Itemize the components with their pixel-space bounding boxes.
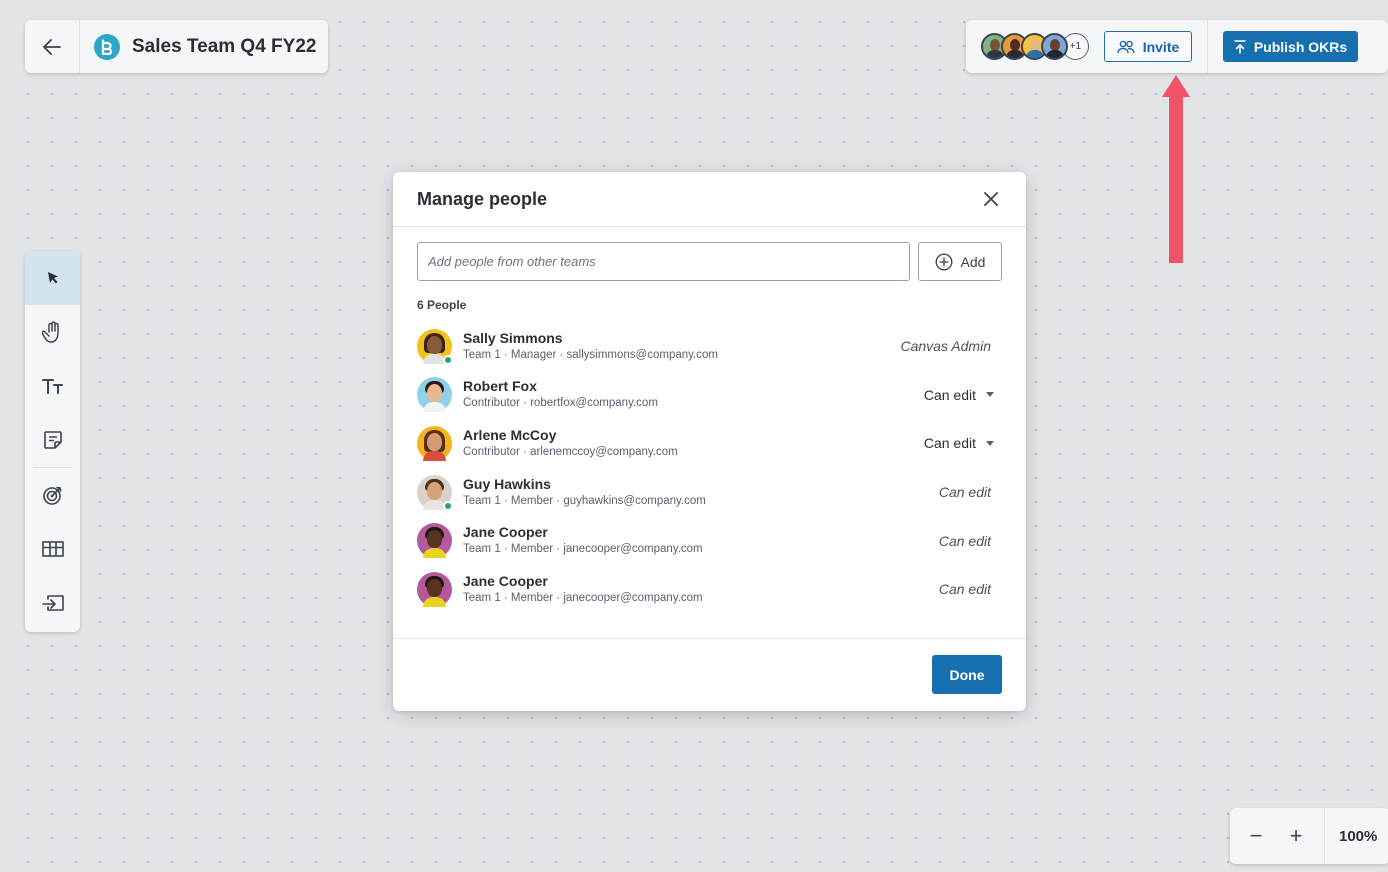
- close-button[interactable]: [980, 188, 1002, 210]
- person-role: Can edit: [938, 581, 991, 598]
- arrow-left-icon: [43, 38, 61, 55]
- caret-down-icon: [986, 440, 994, 446]
- avatar[interactable]: [1041, 33, 1068, 60]
- online-status-dot: [443, 354, 453, 365]
- avatar: [417, 377, 452, 413]
- zoom-in-button[interactable]: +: [1276, 823, 1316, 849]
- done-button[interactable]: Done: [932, 655, 1002, 694]
- person-role: Can edit: [938, 484, 991, 501]
- person-role: Can edit: [938, 532, 991, 549]
- list-item: Jane Cooper Team 1 · Member · janecooper…: [417, 565, 1002, 614]
- close-icon: [984, 192, 998, 206]
- publish-label: Publish OKRs: [1253, 38, 1348, 55]
- board-header: Sales Team Q4 FY22: [25, 20, 328, 73]
- avatar: [417, 474, 453, 511]
- person-name: Jane Cooper: [463, 572, 548, 589]
- upload-icon: [1234, 39, 1246, 54]
- people-count: 6 People: [417, 298, 467, 312]
- table-tool[interactable]: [25, 522, 80, 576]
- annotation-arrow: [1162, 75, 1190, 263]
- person-details: Team 1 · Member · janecooper@company.com: [463, 591, 703, 604]
- pan-tool[interactable]: [25, 305, 80, 359]
- role-dropdown[interactable]: Can edit: [924, 435, 1002, 451]
- note-icon: [43, 431, 62, 449]
- cursor-icon: [47, 272, 58, 284]
- dialog-header: Manage people: [393, 172, 1026, 227]
- person-details: Team 1 · Member · guyhawkins@company.com: [463, 494, 706, 507]
- table-icon: [41, 541, 64, 557]
- text-size-icon: [41, 379, 63, 394]
- text-tool[interactable]: [25, 359, 80, 413]
- online-status-dot: [443, 500, 453, 511]
- board-title[interactable]: Sales Team Q4 FY22: [132, 36, 316, 58]
- avatar: [417, 523, 452, 559]
- avatar: [417, 571, 452, 607]
- publish-okrs-button[interactable]: Publish OKRs: [1223, 31, 1358, 62]
- back-button[interactable]: [25, 20, 80, 73]
- hand-icon: [41, 321, 59, 343]
- avatar: [417, 328, 453, 365]
- people-list: Sally Simmons Team 1 · Manager · sallysi…: [417, 322, 1002, 614]
- zoom-control: − + 100%: [1230, 808, 1388, 864]
- person-name: Guy Hawkins: [463, 475, 551, 492]
- objective-tool[interactable]: [25, 468, 80, 522]
- select-tool[interactable]: [25, 251, 80, 305]
- person-name: Arlene McCoy: [463, 426, 557, 443]
- caret-down-icon: [986, 392, 994, 398]
- person-role: Canvas Admin: [900, 338, 991, 355]
- manage-people-dialog: Manage people Add 6 People Sally Simmons…: [393, 172, 1026, 711]
- list-item: Jane Cooper Team 1 · Member · janecooper…: [417, 516, 1002, 565]
- role-dropdown-value: Can edit: [923, 386, 976, 403]
- collaborator-avatars[interactable]: +1: [981, 33, 1089, 60]
- person-name: Jane Cooper: [463, 524, 548, 541]
- list-item: Robert Fox Contributor · robertfox@compa…: [417, 371, 1002, 420]
- zoom-out-button[interactable]: −: [1236, 823, 1276, 849]
- list-item: Sally Simmons Team 1 · Manager · sallysi…: [417, 322, 1002, 371]
- invite-label: Invite: [1142, 38, 1180, 55]
- role-dropdown-value: Can edit: [923, 435, 976, 452]
- invite-button[interactable]: Invite: [1104, 31, 1192, 62]
- zoom-level[interactable]: 100%: [1324, 808, 1377, 864]
- person-details: Team 1 · Member · janecooper@company.com: [463, 543, 703, 556]
- import-tool[interactable]: [25, 576, 80, 630]
- divider: [393, 638, 1026, 639]
- person-details: Team 1 · Manager · sallysimmons@company.…: [463, 348, 718, 361]
- person-name: Robert Fox: [463, 378, 537, 395]
- plus-circle-icon: [935, 253, 952, 270]
- person-name: Sally Simmons: [463, 329, 563, 346]
- add-people-row: Add: [417, 242, 1002, 281]
- sticky-note-tool[interactable]: [25, 413, 80, 467]
- add-button[interactable]: Add: [918, 242, 1002, 281]
- users-icon: [1117, 40, 1135, 53]
- person-details: Contributor · arlenemccoy@company.com: [463, 445, 678, 458]
- tool-palette: [25, 251, 80, 632]
- list-item: Arlene McCoy Contributor · arlenemccoy@c…: [417, 419, 1002, 468]
- avatar: [417, 425, 452, 461]
- add-people-input[interactable]: [417, 242, 910, 281]
- target-icon: [42, 486, 61, 505]
- add-label: Add: [960, 253, 986, 270]
- divider: [1207, 20, 1208, 73]
- dialog-title: Manage people: [417, 188, 548, 209]
- app-logo-icon: [94, 33, 120, 60]
- import-icon: [41, 595, 64, 611]
- collaboration-bar: +1 Invite Publish OKRs: [966, 20, 1388, 73]
- person-details: Contributor · robertfox@company.com: [463, 397, 658, 410]
- list-item: Guy Hawkins Team 1 · Member · guyhawkins…: [417, 468, 1002, 517]
- role-dropdown[interactable]: Can edit: [924, 387, 1002, 403]
